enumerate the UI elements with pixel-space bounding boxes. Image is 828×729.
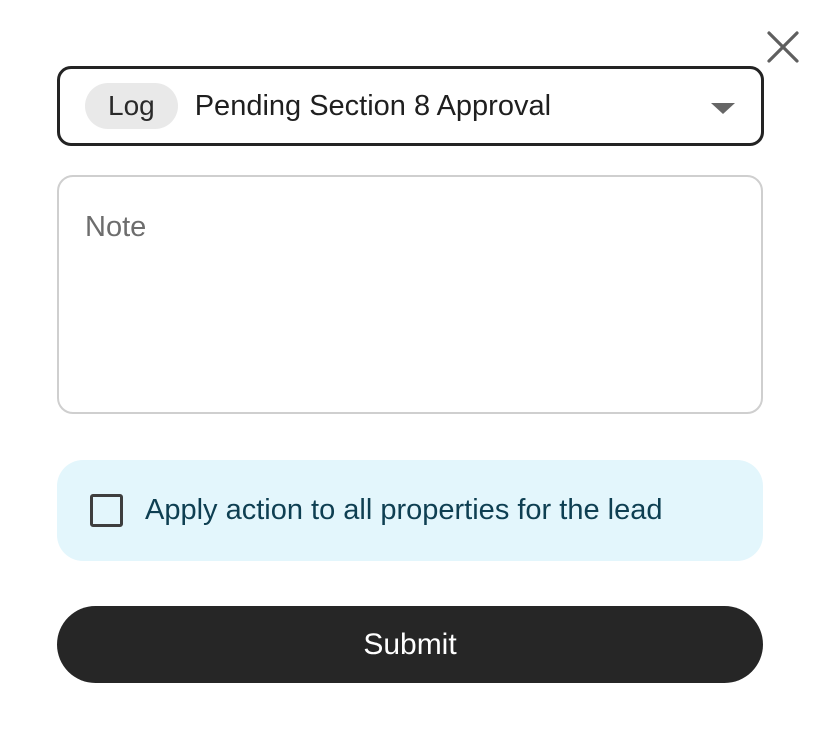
close-button[interactable]: [764, 28, 802, 66]
action-status-select[interactable]: Log Pending Section 8 Approval: [57, 66, 764, 146]
action-type-chip: Log: [85, 83, 178, 129]
apply-all-checkbox[interactable]: [90, 494, 123, 527]
close-icon: [764, 28, 802, 66]
note-textarea[interactable]: [57, 175, 763, 414]
submit-button[interactable]: Submit: [57, 606, 763, 683]
selected-status-value: Pending Section 8 Approval: [194, 89, 552, 122]
apply-all-label: Apply action to all properties for the l…: [145, 494, 663, 526]
log-action-dialog: Log Pending Section 8 Approval Apply act…: [0, 0, 828, 729]
apply-all-properties-option[interactable]: Apply action to all properties for the l…: [57, 460, 763, 561]
caret-down-icon: [711, 103, 735, 114]
